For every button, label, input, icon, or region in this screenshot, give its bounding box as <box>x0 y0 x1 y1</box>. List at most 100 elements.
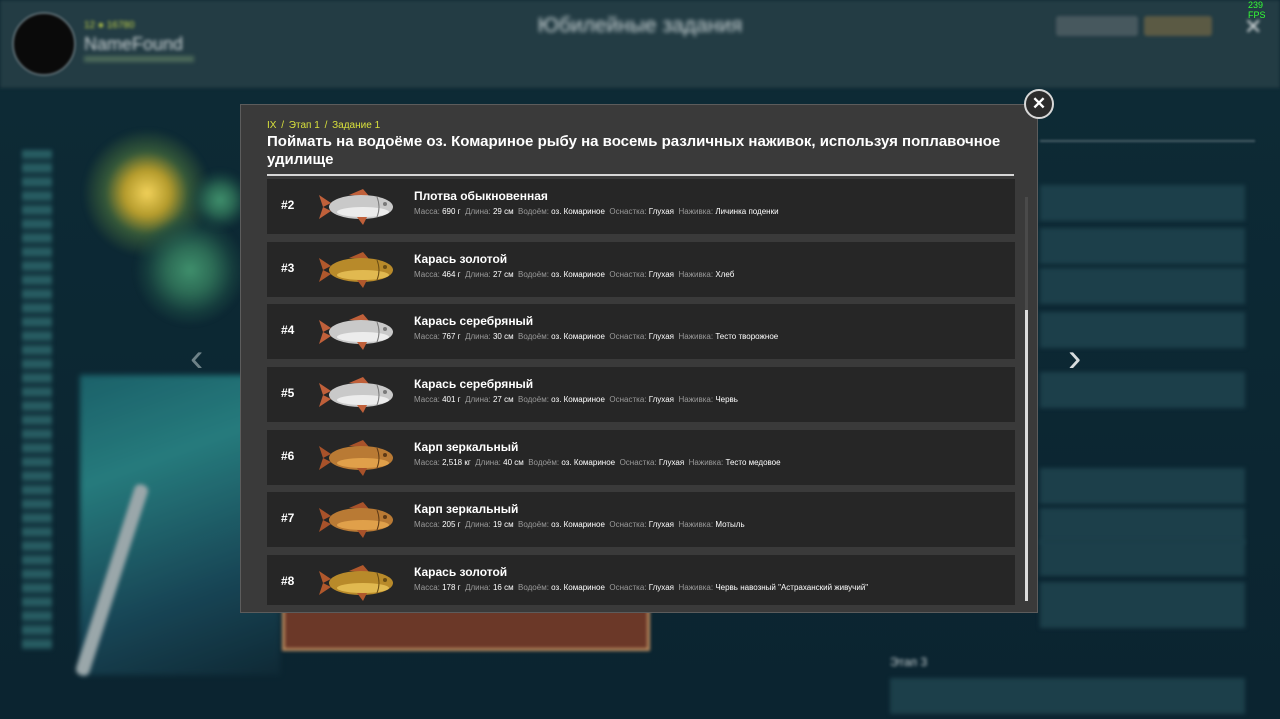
currency-gold <box>1144 16 1212 36</box>
catch-row[interactable]: #2 Плотва обыкновенная Масса: 690 г Длина:… <box>267 179 1015 234</box>
catch-row[interactable]: #6 Карп зеркальный Масса: 2,518 кг Длина: … <box>267 430 1015 485</box>
breadcrumb-part[interactable]: Этап 1 <box>289 120 320 131</box>
chevron-right-icon[interactable]: › <box>1068 338 1081 378</box>
mass-value: 767 г <box>442 332 461 341</box>
fish-name: Карась золотой <box>414 565 508 579</box>
divider <box>267 174 1014 176</box>
length-label: Длина: <box>465 520 491 529</box>
breadcrumb-separator: / <box>324 120 328 131</box>
task-title: Поймать на водоёме оз. Комариное рыбу на… <box>267 133 1001 168</box>
tackle-label: Оснастка: <box>619 458 657 467</box>
mass-label: Масса: <box>414 332 440 341</box>
water-label: Водоём: <box>518 207 549 216</box>
water-value: оз. Комариное <box>551 207 605 216</box>
water-value: оз. Комариное <box>561 458 616 467</box>
catch-number: #2 <box>281 198 295 212</box>
water-value: оз. Комариное <box>551 520 605 529</box>
fish-icon <box>319 565 393 601</box>
fish-name: Карп зеркальный <box>414 502 519 516</box>
tackle-label: Оснастка: <box>609 207 647 216</box>
player-status-line <box>84 56 194 62</box>
background-task-row <box>1040 582 1245 628</box>
bait-label: Наживка: <box>678 395 714 404</box>
catch-number: #8 <box>281 574 295 588</box>
breadcrumb-part[interactable]: IX <box>267 120 276 131</box>
bait-label: Наживка: <box>678 583 714 592</box>
water-label: Водоём: <box>528 458 560 467</box>
bait-value: Червь <box>715 395 738 404</box>
length-value: 27 см <box>492 270 514 279</box>
length-value: 27 см <box>492 395 514 404</box>
currency-silver <box>1056 16 1138 36</box>
catch-number: #6 <box>281 449 295 463</box>
mass-value: 205 г <box>442 520 461 529</box>
length-label: Длина: <box>465 207 491 216</box>
catch-details: Масса: 178 г Длина: 16 см Водоём: оз. Ко… <box>414 583 868 592</box>
catch-details: Масса: 2,518 кг Длина: 40 см Водоём: оз.… <box>414 458 781 467</box>
bait-value: Личинка поденки <box>715 207 779 216</box>
bait-label: Наживка: <box>678 207 714 216</box>
mass-value: 178 г <box>442 583 461 592</box>
catch-number: #3 <box>281 261 295 275</box>
mass-value: 464 г <box>442 270 461 279</box>
mass-label: Масса: <box>414 270 440 279</box>
length-label: Длина: <box>465 583 491 592</box>
fish-icon <box>319 189 393 225</box>
tackle-value: Глухая <box>648 207 674 216</box>
scrollbar-thumb[interactable] <box>1025 310 1028 601</box>
fish-name: Карась золотой <box>414 252 508 266</box>
bait-value: Червь навозный "Астраханский живучий" <box>715 583 869 592</box>
mass-value: 2,518 кг <box>442 458 471 467</box>
length-value: 16 см <box>492 583 514 592</box>
water-value: оз. Комариное <box>551 332 605 341</box>
catch-row[interactable]: #4 Карась серебряный Масса: 767 г Длина: 3… <box>267 304 1015 359</box>
firework-decoration <box>135 215 245 325</box>
water-value: оз. Комариное <box>551 270 605 279</box>
fish-icon <box>319 440 393 476</box>
fish-name: Карп зеркальный <box>414 440 519 454</box>
water-label: Водоём: <box>518 583 549 592</box>
fish-name: Карась серебряный <box>414 377 534 391</box>
breadcrumb-part[interactable]: Задание 1 <box>332 120 380 131</box>
mass-label: Масса: <box>414 458 440 467</box>
catch-row[interactable]: #8 Карась золотой Масса: 178 г Длина: 16 с… <box>267 555 1015 605</box>
mass-value: 401 г <box>442 395 461 404</box>
tackle-value: Глухая <box>648 520 674 529</box>
close-button[interactable]: ✕ <box>1024 89 1054 119</box>
catch-row[interactable]: #5 Карась серебряный Масса: 401 г Длина: 2… <box>267 367 1015 422</box>
breadcrumb-separator: / <box>281 120 285 131</box>
background-task-row <box>1040 508 1245 544</box>
mass-label: Масса: <box>414 583 440 592</box>
catch-row[interactable]: #7 Карп зеркальный Масса: 205 г Длина: 19 … <box>267 492 1015 547</box>
tackle-value: Глухая <box>648 395 674 404</box>
background-vertical-banner <box>22 150 52 650</box>
background-task-row <box>1040 468 1245 504</box>
fish-name: Карась серебряный <box>414 314 534 328</box>
background-task-row <box>890 678 1245 714</box>
catch-number: #5 <box>281 386 295 400</box>
water-label: Водоём: <box>518 270 549 279</box>
water-label: Водоём: <box>518 395 549 404</box>
mass-label: Масса: <box>414 520 440 529</box>
length-value: 40 см <box>503 458 524 467</box>
tackle-value: Глухая <box>648 332 674 341</box>
fish-icon <box>319 314 393 350</box>
fish-icon <box>319 502 393 538</box>
water-value: оз. Комариное <box>551 583 605 592</box>
length-value: 30 см <box>492 332 514 341</box>
fish-icon <box>319 377 393 413</box>
tackle-value: Глухая <box>648 583 674 592</box>
tackle-value: Глухая <box>658 458 685 467</box>
tackle-label: Оснастка: <box>609 583 647 592</box>
catch-list: #2 Плотва обыкновенная Масса: 690 г Длина:… <box>267 179 1015 605</box>
catch-row[interactable]: #3 Карась золотой Масса: 464 г Длина: 27 с… <box>267 242 1015 297</box>
catch-details: Масса: 767 г Длина: 30 см Водоём: оз. Ко… <box>414 332 778 341</box>
length-label: Длина: <box>475 458 501 467</box>
background-stage-label: Этап 3 <box>890 655 928 669</box>
catch-details: Масса: 464 г Длина: 27 см Водоём: оз. Ко… <box>414 270 734 279</box>
bait-label: Наживка: <box>688 458 724 467</box>
chevron-left-icon[interactable]: ‹ <box>190 338 203 378</box>
bait-value: Мотыль <box>715 520 745 529</box>
catch-number: #7 <box>281 511 295 525</box>
bait-label: Наживка: <box>678 332 714 341</box>
